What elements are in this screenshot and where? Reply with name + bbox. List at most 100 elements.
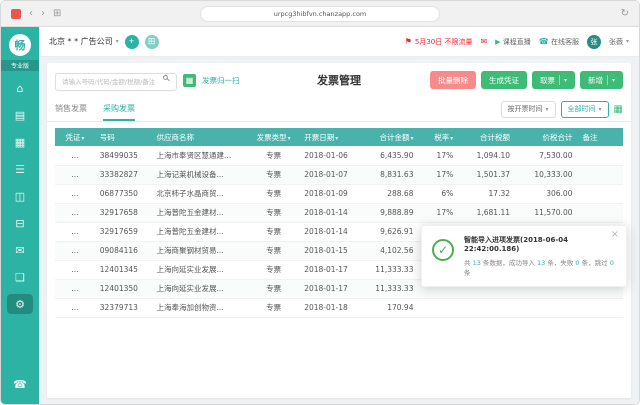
col-supplier[interactable]: 供应商名称 [152,128,249,146]
cell-voucher: … [55,165,95,184]
sort-caret-icon: ▾ [450,135,453,142]
company-selector[interactable]: 北京 * * 广告公司 ▾ [49,36,119,47]
generate-voucher-button[interactable]: 生成凭证 [481,71,527,89]
tabs-icon[interactable]: ⊞ [53,9,61,19]
service-link[interactable]: ☎ 在线客服 [539,37,579,47]
calendar-icon[interactable]: ▦ [614,104,623,115]
cell-voucher: … [55,260,95,279]
chevron-down-icon: ▾ [116,38,119,45]
search-input[interactable] [55,73,177,91]
cell-supplier: 上海向延实业发展... [152,260,249,279]
cell-total: 7,530.00 [515,146,577,165]
scan-button[interactable]: ▦ [183,74,196,87]
avatar[interactable]: 张 [587,35,601,49]
cell-voucher: … [55,241,95,260]
sidebar: 畅 专业版 ⌂ ▤ ▦ ☰ ◫ ⊟ ✉ ❑ ⚙ ☎ [1,27,39,404]
cell-date: 2018-01-09 [299,184,356,203]
cell-supplier: 上海市奉贤区慧通建... [152,146,249,165]
tab-purchase-invoice[interactable]: 采购发票 [103,97,135,121]
card-header: ▦ 发票归一扫 发票管理 批量删除 生成凭证 取票▾ 新增▾ [47,63,631,97]
table-row[interactable]: … 06877350 北京柿子水晶商贸... 专票 2018-01-09 288… [55,184,623,203]
cell-amount: 4,102.56 [356,241,418,260]
cell-supplier: 北京柿子水晶商贸... [152,184,249,203]
sidebar-item-message[interactable]: ✉ [7,240,33,260]
funds-icon: ⊟ [15,217,24,230]
sidebar-item-settings[interactable]: ⚙ [7,294,33,314]
cell-tax-rate: 17% [418,203,458,222]
chevron-down-icon: ▾ [612,77,615,84]
time-range-button[interactable]: 全部时间▾ [561,101,609,118]
live-link[interactable]: ▶ 课程直播 [495,37,531,47]
sidebar-item-report[interactable]: ◫ [7,186,33,206]
announcement-icon: ⚑ [405,37,412,46]
col-voucher[interactable]: 凭证▾ [55,128,95,146]
sort-by-date-button[interactable]: 按开票时间▾ [501,101,556,118]
sort-caret-icon: ▾ [81,135,84,142]
table-row[interactable]: … 38499035 上海市奉贤区慧通建... 专票 2018-01-06 6,… [55,146,623,165]
col-date[interactable]: 开票日期▾ [299,128,356,146]
browser-window: ‹ › ⊞ urpcg3hibfvn.chanzapp.com ↻ 畅 专业版 … [0,0,640,405]
promo-text: 5月30日 不限流量 [415,37,473,47]
col-type[interactable]: 发票类型▾ [248,128,299,146]
sidebar-item-service[interactable]: ☎ [7,374,33,394]
cell-type: 专票 [248,165,299,184]
apps-grid-button[interactable]: ⊞ [145,35,159,49]
sidebar-item-workbench[interactable]: ⌂ [7,78,33,98]
cell-remark [577,184,623,203]
sidebar-item-funds[interactable]: ⊟ [7,213,33,233]
user-name: 张薇 [609,37,623,47]
cell-date: 2018-01-17 [299,279,356,298]
cell-type: 专票 [248,260,299,279]
invoice-table: 凭证▾ 号码 供应商名称 发票类型▾ 开票日期▾ 合计金额▾ 税率▾ 合计税额 … [55,128,623,318]
add-invoice-button[interactable]: 新增▾ [580,71,623,89]
cell-voucher: … [55,184,95,203]
cell-type: 专票 [248,184,299,203]
cell-amount: 11,333.33 [356,260,418,279]
url-bar[interactable]: urpcg3hibfvn.chanzapp.com [200,6,440,22]
browser-chrome: ‹ › ⊞ urpcg3hibfvn.chanzapp.com ↻ [1,1,639,27]
cell-voucher: … [55,146,95,165]
table-row[interactable]: … 32379713 上海奉海加创物资... 专票 2018-01-18 170… [55,298,623,317]
col-number[interactable]: 号码 [95,128,152,146]
chevron-down-icon: ▾ [564,77,567,84]
col-tax-amount[interactable]: 合计税额 [458,128,515,146]
table-row[interactable]: … 32917658 上海普陀五金建材... 专票 2018-01-14 9,8… [55,203,623,222]
phone-icon: ☎ [13,378,27,391]
col-remark[interactable]: 备注 [577,128,623,146]
tab-sales-invoice[interactable]: 销售发票 [55,97,87,121]
cell-supplier: 上海奉海加创物资... [152,298,249,317]
close-icon[interactable]: × [611,229,619,240]
add-company-button[interactable]: + [125,35,139,49]
col-total[interactable]: 价税合计 [515,128,577,146]
cell-tax-rate [418,298,458,317]
button-divider [607,75,608,85]
forward-icon[interactable]: › [41,9,45,19]
cell-type: 专票 [248,222,299,241]
sidebar-item-voucher[interactable]: ▦ [7,132,33,152]
cell-number: 06877350 [95,184,152,203]
promo-notice[interactable]: ⚑ 5月30日 不限流量 [405,37,473,47]
sidebar-item-invoice[interactable]: ▤ [7,105,33,125]
cell-amount: 6,435.90 [356,146,418,165]
sidebar-item-ledger[interactable]: ☰ [7,159,33,179]
cell-number: 33382827 [95,165,152,184]
col-tax-rate[interactable]: 税率▾ [418,128,458,146]
sidebar-item-archive[interactable]: ❑ [7,267,33,287]
red-packet-icon[interactable]: ✉ [480,37,487,46]
col-amount[interactable]: 合计金额▾ [356,128,418,146]
batch-delete-button[interactable]: 批量删除 [430,71,476,89]
back-icon[interactable]: ‹ [29,9,33,19]
table-row[interactable]: … 33382827 上海记莱机械设备... 专票 2018-01-07 8,8… [55,165,623,184]
cell-total: 11,570.00 [515,203,577,222]
cell-voucher: … [55,203,95,222]
cell-remark [577,165,623,184]
play-icon: ▶ [495,38,500,46]
user-menu[interactable]: 张薇 ▾ [609,37,629,47]
cell-amount: 288.68 [356,184,418,203]
scan-label[interactable]: 发票归一扫 [202,75,240,86]
app-logo: 畅 [9,34,31,56]
cell-type: 专票 [248,241,299,260]
refresh-icon[interactable]: ↻ [621,8,629,19]
success-check-icon: ✓ [432,239,454,261]
fetch-invoice-button[interactable]: 取票▾ [532,71,575,89]
